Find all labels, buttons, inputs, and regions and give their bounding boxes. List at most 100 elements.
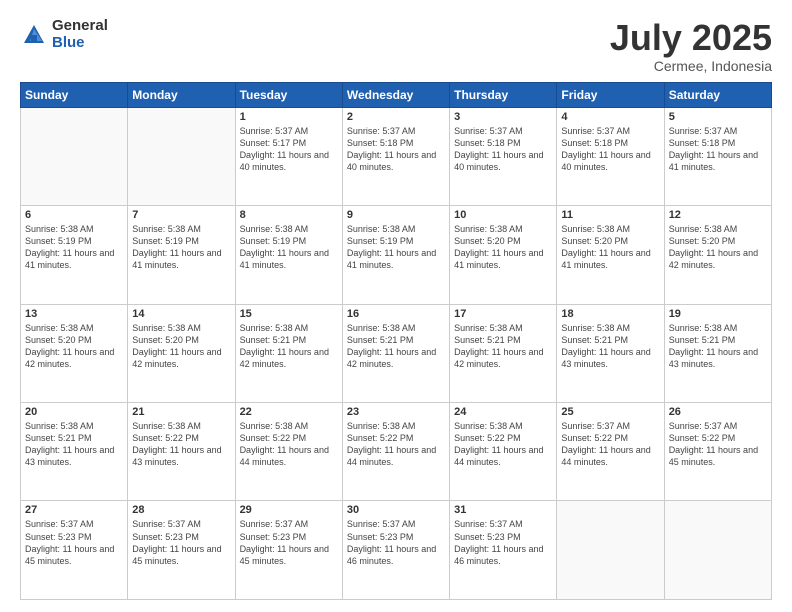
day-number: 3 (454, 111, 552, 123)
day-number: 20 (25, 406, 123, 418)
weekday-header: Tuesday (235, 82, 342, 107)
logo-general: General (52, 18, 108, 35)
logo-icon (20, 21, 48, 49)
day-number: 12 (669, 209, 767, 221)
day-number: 2 (347, 111, 445, 123)
logo-blue: Blue (52, 35, 108, 52)
weekday-header: Wednesday (342, 82, 449, 107)
day-detail: Sunrise: 5:37 AMSunset: 5:23 PMDaylight:… (454, 518, 552, 567)
day-number: 30 (347, 504, 445, 516)
day-number: 17 (454, 308, 552, 320)
calendar-cell: 10Sunrise: 5:38 AMSunset: 5:20 PMDayligh… (450, 206, 557, 304)
day-number: 4 (561, 111, 659, 123)
calendar-header-row: SundayMondayTuesdayWednesdayThursdayFrid… (21, 82, 772, 107)
day-detail: Sunrise: 5:37 AMSunset: 5:23 PMDaylight:… (132, 518, 230, 567)
weekday-header: Thursday (450, 82, 557, 107)
calendar-week-row: 20 Sunrise: 5:38 AMSunset: 5:21 PMDayligh… (21, 403, 772, 501)
calendar-cell: 12 Sunrise: 5:38 AMSunset: 5:20 PMDayligh… (664, 206, 771, 304)
day-number: 26 (669, 406, 767, 418)
day-detail: Sunrise: 5:38 AMSunset: 5:21 PMDaylight:… (240, 322, 338, 371)
day-number: 27 (25, 504, 123, 516)
calendar-cell (664, 501, 771, 600)
calendar-week-row: 13 Sunrise: 5:38 AMSunset: 5:20 PMDayligh… (21, 304, 772, 402)
calendar-cell: 21 Sunrise: 5:38 AMSunset: 5:22 PMDayligh… (128, 403, 235, 501)
day-number: 1 (240, 111, 338, 123)
day-number: 21 (132, 406, 230, 418)
day-number: 9 (347, 209, 445, 221)
day-detail: Sunrise: 5:38 AMSunset: 5:20 PMDaylight:… (561, 223, 659, 272)
day-number: 31 (454, 504, 552, 516)
day-detail: Sunrise: 5:38 AMSunset: 5:19 PMDaylight:… (132, 223, 230, 272)
page: General Blue July 2025 Cermee, Indonesia… (0, 0, 792, 612)
calendar-cell: 2 Sunrise: 5:37 AMSunset: 5:18 PMDaylight… (342, 107, 449, 205)
calendar-cell: 24 Sunrise: 5:38 AMSunset: 5:22 PMDayligh… (450, 403, 557, 501)
calendar-cell: 25 Sunrise: 5:37 AMSunset: 5:22 PMDayligh… (557, 403, 664, 501)
day-number: 11 (561, 209, 659, 221)
month-title: July 2025 (610, 18, 772, 58)
day-detail: Sunrise: 5:38 AMSunset: 5:22 PMDaylight:… (454, 420, 552, 469)
calendar-cell: 8 Sunrise: 5:38 AMSunset: 5:19 PMDaylight… (235, 206, 342, 304)
day-detail: Sunrise: 5:38 AMSunset: 5:22 PMDaylight:… (240, 420, 338, 469)
day-detail: Sunrise: 5:37 AMSunset: 5:17 PMDaylight:… (240, 125, 338, 174)
calendar-cell: 22Sunrise: 5:38 AMSunset: 5:22 PMDayligh… (235, 403, 342, 501)
day-detail: Sunrise: 5:38 AMSunset: 5:21 PMDaylight:… (561, 322, 659, 371)
day-detail: Sunrise: 5:38 AMSunset: 5:20 PMDaylight:… (132, 322, 230, 371)
day-detail: Sunrise: 5:37 AMSunset: 5:18 PMDaylight:… (561, 125, 659, 174)
calendar-cell: 23 Sunrise: 5:38 AMSunset: 5:22 PMDayligh… (342, 403, 449, 501)
calendar-cell: 13 Sunrise: 5:38 AMSunset: 5:20 PMDayligh… (21, 304, 128, 402)
weekday-header: Monday (128, 82, 235, 107)
day-detail: Sunrise: 5:38 AMSunset: 5:21 PMDaylight:… (669, 322, 767, 371)
day-detail: Sunrise: 5:38 AMSunset: 5:21 PMDaylight:… (25, 420, 123, 469)
day-detail: Sunrise: 5:37 AMSunset: 5:23 PMDaylight:… (347, 518, 445, 567)
day-number: 13 (25, 308, 123, 320)
calendar-cell: 18 Sunrise: 5:38 AMSunset: 5:21 PMDayligh… (557, 304, 664, 402)
day-number: 23 (347, 406, 445, 418)
calendar-cell (21, 107, 128, 205)
calendar-cell: 31 Sunrise: 5:37 AMSunset: 5:23 PMDayligh… (450, 501, 557, 600)
calendar-cell: 19 Sunrise: 5:38 AMSunset: 5:21 PMDayligh… (664, 304, 771, 402)
day-detail: Sunrise: 5:37 AMSunset: 5:23 PMDaylight:… (240, 518, 338, 567)
day-number: 18 (561, 308, 659, 320)
day-number: 16 (347, 308, 445, 320)
calendar-cell: 7 Sunrise: 5:38 AMSunset: 5:19 PMDaylight… (128, 206, 235, 304)
calendar-cell: 17 Sunrise: 5:38 AMSunset: 5:21 PMDayligh… (450, 304, 557, 402)
calendar-cell: 28 Sunrise: 5:37 AMSunset: 5:23 PMDayligh… (128, 501, 235, 600)
day-number: 7 (132, 209, 230, 221)
day-detail: Sunrise: 5:38 AMSunset: 5:21 PMDaylight:… (454, 322, 552, 371)
day-detail: Sunrise: 5:38 AMSunset: 5:20 PMDaylight:… (25, 322, 123, 371)
calendar-cell: 29 Sunrise: 5:37 AMSunset: 5:23 PMDayligh… (235, 501, 342, 600)
weekday-header: Friday (557, 82, 664, 107)
day-detail: Sunrise: 5:38 AMSunset: 5:21 PMDaylight:… (347, 322, 445, 371)
weekday-header: Sunday (21, 82, 128, 107)
day-detail: Sunrise: 5:38 AMSunset: 5:22 PMDaylight:… (132, 420, 230, 469)
day-detail: Sunrise: 5:38 AMSunset: 5:19 PMDaylight:… (240, 223, 338, 272)
day-number: 19 (669, 308, 767, 320)
calendar-cell (128, 107, 235, 205)
calendar-cell: 14 Sunrise: 5:38 AMSunset: 5:20 PMDayligh… (128, 304, 235, 402)
logo: General Blue (20, 18, 108, 51)
calendar-cell: 20 Sunrise: 5:38 AMSunset: 5:21 PMDayligh… (21, 403, 128, 501)
calendar-week-row: 1 Sunrise: 5:37 AMSunset: 5:17 PMDaylight… (21, 107, 772, 205)
calendar-cell: 9Sunrise: 5:38 AMSunset: 5:19 PMDaylight… (342, 206, 449, 304)
day-detail: Sunrise: 5:37 AMSunset: 5:18 PMDaylight:… (454, 125, 552, 174)
day-number: 25 (561, 406, 659, 418)
calendar-cell: 3 Sunrise: 5:37 AMSunset: 5:18 PMDaylight… (450, 107, 557, 205)
calendar-cell: 15Sunrise: 5:38 AMSunset: 5:21 PMDayligh… (235, 304, 342, 402)
title-block: July 2025 Cermee, Indonesia (610, 18, 772, 74)
calendar-cell: 4 Sunrise: 5:37 AMSunset: 5:18 PMDaylight… (557, 107, 664, 205)
day-number: 8 (240, 209, 338, 221)
logo-text: General Blue (52, 18, 108, 51)
day-detail: Sunrise: 5:38 AMSunset: 5:20 PMDaylight:… (669, 223, 767, 272)
calendar-cell (557, 501, 664, 600)
day-detail: Sunrise: 5:38 AMSunset: 5:22 PMDaylight:… (347, 420, 445, 469)
day-detail: Sunrise: 5:37 AMSunset: 5:18 PMDaylight:… (347, 125, 445, 174)
day-number: 28 (132, 504, 230, 516)
day-detail: Sunrise: 5:37 AMSunset: 5:22 PMDaylight:… (561, 420, 659, 469)
day-number: 14 (132, 308, 230, 320)
calendar-cell: 5Sunrise: 5:37 AMSunset: 5:18 PMDaylight… (664, 107, 771, 205)
calendar-cell: 1 Sunrise: 5:37 AMSunset: 5:17 PMDaylight… (235, 107, 342, 205)
calendar-cell: 30 Sunrise: 5:37 AMSunset: 5:23 PMDayligh… (342, 501, 449, 600)
day-number: 29 (240, 504, 338, 516)
calendar-cell: 26Sunrise: 5:37 AMSunset: 5:22 PMDayligh… (664, 403, 771, 501)
day-number: 24 (454, 406, 552, 418)
